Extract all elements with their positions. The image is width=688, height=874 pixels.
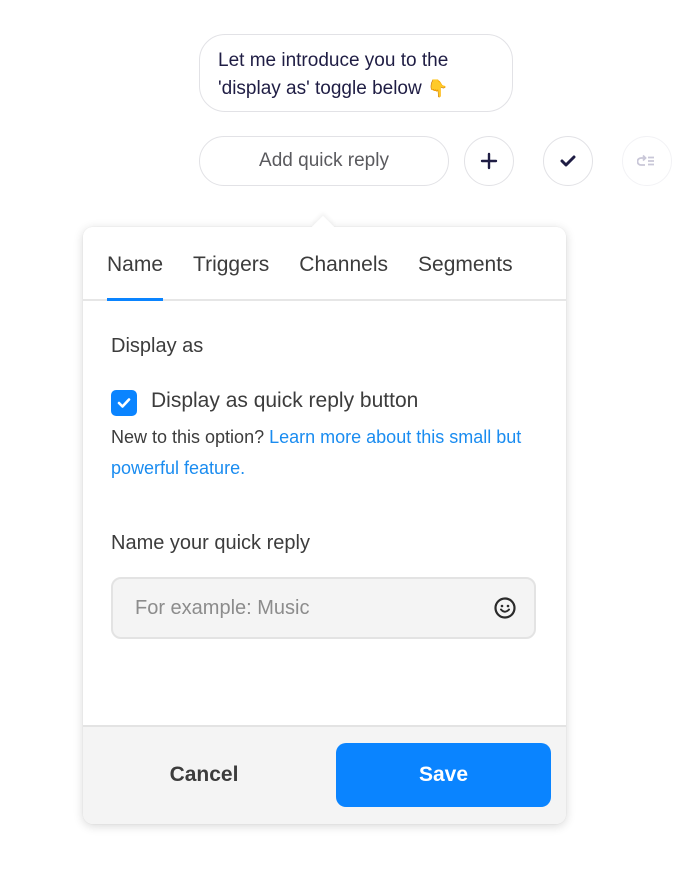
display-as-label: Display as — [111, 335, 204, 357]
tab-name[interactable]: Name — [107, 227, 164, 301]
pointing-down-emoji-icon: 👇 — [427, 79, 449, 98]
redo-list-button[interactable] — [622, 136, 672, 186]
plus-icon — [480, 152, 498, 170]
tab-channels[interactable]: Channels — [299, 227, 388, 299]
help-prefix: New to this option? — [111, 427, 265, 447]
confirm-button[interactable] — [543, 136, 593, 186]
add-quick-reply-label: Add quick reply — [259, 150, 389, 171]
cancel-button[interactable]: Cancel — [123, 743, 285, 807]
tab-triggers[interactable]: Triggers — [193, 227, 269, 299]
chat-message-line-2: 'display as' toggle below — [218, 78, 422, 99]
help-text: New to this option? Learn more about thi… — [111, 422, 531, 484]
name-field-container — [111, 577, 536, 639]
add-quick-reply-button[interactable]: Add quick reply — [199, 136, 449, 186]
add-button[interactable] — [464, 136, 514, 186]
display-as-quick-reply-label[interactable]: Display as quick reply button — [151, 389, 418, 413]
smiley-icon — [494, 597, 516, 619]
chat-message-line-1: Let me introduce you to the — [218, 50, 449, 71]
checkbox-check-icon — [117, 398, 131, 408]
display-as-quick-reply-checkbox[interactable] — [111, 390, 137, 416]
tab-bar: Name Triggers Channels Segments — [83, 227, 566, 301]
chat-message-bubble: Let me introduce you to the 'display as'… — [199, 34, 513, 112]
quick-reply-settings-popup: Name Triggers Channels Segments Display … — [83, 215, 566, 824]
chat-message-line-2-wrap: 'display as' toggle below 👇 — [218, 75, 494, 103]
emoji-picker-button[interactable] — [492, 595, 518, 621]
quick-reply-name-input[interactable] — [113, 595, 492, 621]
popup-footer: Cancel Save — [83, 725, 566, 824]
name-field-label: Name your quick reply — [111, 532, 310, 554]
tab-segments[interactable]: Segments — [418, 227, 513, 299]
save-button[interactable]: Save — [336, 743, 551, 807]
redo-list-icon — [637, 154, 654, 166]
checkmark-icon — [560, 155, 576, 167]
